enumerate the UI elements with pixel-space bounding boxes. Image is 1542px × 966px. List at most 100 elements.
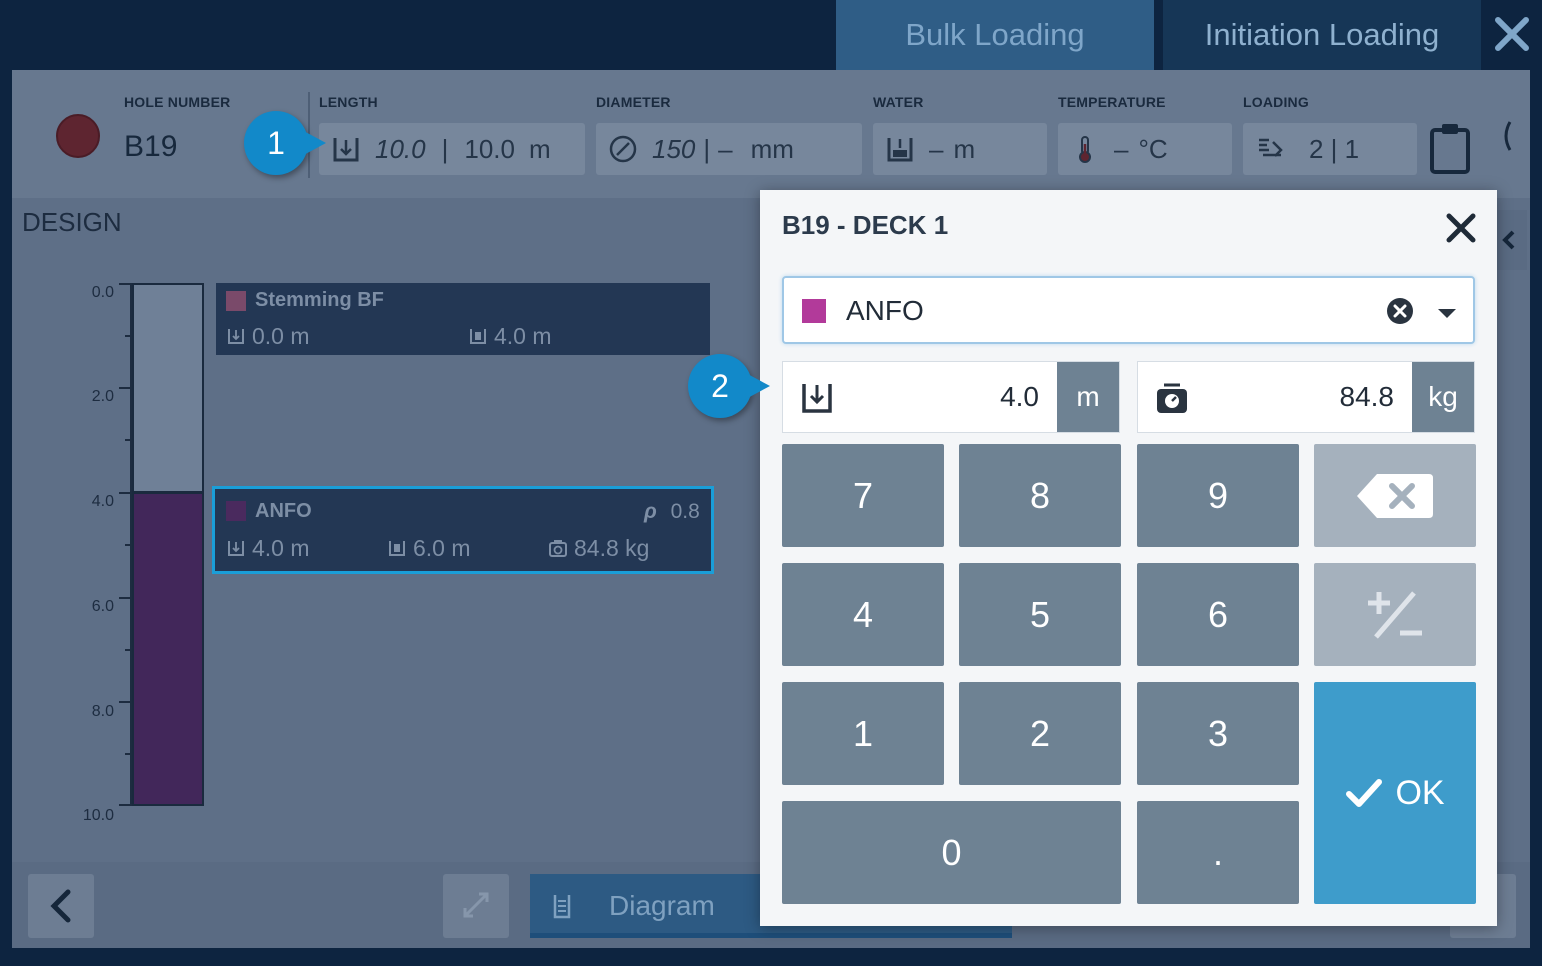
- window-close-icon[interactable]: [1490, 12, 1534, 56]
- loading-icon: [1255, 134, 1285, 164]
- deck-length-value: 4.0 m: [494, 323, 552, 349]
- axis-tick: [119, 492, 132, 494]
- ok-button[interactable]: OK: [1314, 682, 1476, 904]
- deck-mass-input[interactable]: 84.8 kg: [1137, 361, 1475, 433]
- anfo-column-segment[interactable]: [132, 492, 204, 806]
- tab-initiation-loading-label: Initiation Loading: [1204, 17, 1440, 52]
- plus-minus-button[interactable]: [1314, 563, 1476, 666]
- clipboard-icon[interactable]: [1428, 122, 1472, 174]
- collapse-chevron-icon[interactable]: [1498, 118, 1516, 154]
- expand-icon: [463, 892, 489, 918]
- product-color-swatch: [802, 299, 826, 323]
- key-1[interactable]: 1: [782, 682, 944, 785]
- key-2[interactable]: 2: [959, 682, 1121, 785]
- expand-button[interactable]: [443, 874, 509, 938]
- axis-minor-tick: [125, 649, 132, 651]
- loading-field[interactable]: 2 | 1: [1243, 123, 1417, 175]
- thermometer-icon: [1070, 134, 1100, 164]
- loading-value: 2 | 1: [1309, 133, 1360, 164]
- checkmark-icon: [1346, 779, 1383, 807]
- product-select[interactable]: ANFO: [782, 276, 1475, 344]
- status-indicator: [56, 114, 100, 158]
- callout-1: 1: [244, 111, 326, 175]
- plus-minus-icon: [1368, 590, 1422, 639]
- axis-tick-label: 8.0: [91, 703, 114, 720]
- deck-length-icon: [387, 537, 407, 557]
- hole-number: B19: [124, 130, 178, 163]
- deck-length-input[interactable]: 4.0 m: [782, 361, 1120, 433]
- key-9[interactable]: 9: [1137, 444, 1299, 547]
- key-6[interactable]: 6: [1137, 563, 1299, 666]
- deck-length: 4.0 m: [468, 323, 552, 350]
- key-3[interactable]: 3: [1137, 682, 1299, 785]
- diameter-field[interactable]: 150 | – mm: [596, 123, 862, 175]
- tab-initiation-loading[interactable]: Initiation Loading: [1163, 0, 1481, 70]
- key-0[interactable]: 0: [782, 801, 1121, 904]
- back-button[interactable]: [28, 874, 94, 938]
- deck-mass-value: 84.8 kg: [574, 535, 650, 561]
- ok-button-label: OK: [1395, 773, 1445, 812]
- clear-icon[interactable]: [1386, 297, 1414, 325]
- deck-card-stemming[interactable]: Stemming BF 0.0 m 4.0 m: [216, 283, 710, 355]
- side-panel-toggle[interactable]: [1497, 210, 1527, 270]
- deck-density: ρ 0.8: [644, 500, 700, 524]
- diameter-separator: |: [703, 133, 711, 164]
- key-7[interactable]: 7: [782, 444, 944, 547]
- deck-top-value: 4.0 m: [252, 535, 310, 561]
- hole-length-icon: [331, 134, 361, 164]
- callout-2: 2: [688, 354, 770, 418]
- axis-tick-label: 6.0: [91, 598, 114, 615]
- loading-label: LOADING: [1243, 94, 1309, 110]
- deck-length-icon: [799, 380, 835, 416]
- scale-icon: [548, 537, 568, 557]
- diameter-actual: –: [718, 133, 733, 164]
- key-4[interactable]: 4: [782, 563, 944, 666]
- density-symbol: ρ: [644, 500, 657, 523]
- deck-length-value: 6.0 m: [413, 535, 471, 561]
- water-label: WATER: [873, 94, 924, 110]
- key-decimal[interactable]: .: [1137, 801, 1299, 904]
- dialog-title: B19 - DECK 1: [782, 210, 949, 240]
- deck-color-swatch: [226, 291, 246, 311]
- axis-tick: [119, 701, 132, 703]
- water-field[interactable]: – m: [873, 123, 1047, 175]
- deck-name: ANFO: [255, 500, 312, 522]
- chevron-left-icon: [1502, 230, 1515, 250]
- backspace-button[interactable]: [1314, 444, 1476, 547]
- length-field[interactable]: 10.0 | 10.0 m: [319, 123, 585, 175]
- deck-length: 6.0 m: [387, 535, 471, 562]
- length-actual: 10.0: [464, 133, 515, 164]
- deck-length-value: 4.0: [1000, 381, 1039, 412]
- length-label: LENGTH: [319, 94, 378, 110]
- diagram-icon: [553, 895, 571, 919]
- deck-mass-value: 84.8: [1339, 381, 1395, 412]
- diameter-unit: mm: [750, 133, 794, 164]
- axis-minor-tick: [125, 753, 132, 755]
- diagram-button-label: Diagram: [609, 890, 715, 921]
- key-5[interactable]: 5: [959, 563, 1121, 666]
- axis-tick-label: 10.0: [82, 807, 114, 824]
- deck-top-value: 0.0 m: [252, 323, 310, 349]
- axis-minor-tick: [125, 439, 132, 441]
- water-unit: m: [953, 133, 976, 164]
- axis-tick: [119, 283, 132, 285]
- axis-tick-label: 0.0: [91, 284, 114, 301]
- key-8[interactable]: 8: [959, 444, 1121, 547]
- temperature-field[interactable]: – °C: [1058, 123, 1232, 175]
- axis-minor-tick: [125, 335, 132, 337]
- deck-top: 0.0 m: [226, 323, 310, 350]
- axis-tick-label: 2.0: [91, 388, 114, 405]
- tab-bulk-loading[interactable]: Bulk Loading: [836, 0, 1154, 70]
- deck-length-icon: [468, 325, 488, 345]
- stemming-column-segment[interactable]: [132, 283, 204, 493]
- diameter-label: DIAMETER: [596, 94, 671, 110]
- hole-number-label: HOLE NUMBER: [124, 94, 231, 110]
- temperature-value: –: [1114, 133, 1129, 164]
- temperature-label: TEMPERATURE: [1058, 94, 1166, 110]
- deck-edit-dialog: B19 - DECK 1 ANFO 4.0 m 84.8 kg 7 8 9 4 …: [760, 190, 1497, 926]
- deck-card-anfo[interactable]: ANFO ρ 0.8 4.0 m 6.0 m 84.8 kg: [212, 486, 714, 574]
- chevron-down-icon[interactable]: [1436, 306, 1458, 318]
- deck-mass-unit: kg: [1412, 362, 1474, 432]
- close-icon[interactable]: [1443, 210, 1479, 246]
- axis-tick-label: 4.0: [91, 493, 114, 510]
